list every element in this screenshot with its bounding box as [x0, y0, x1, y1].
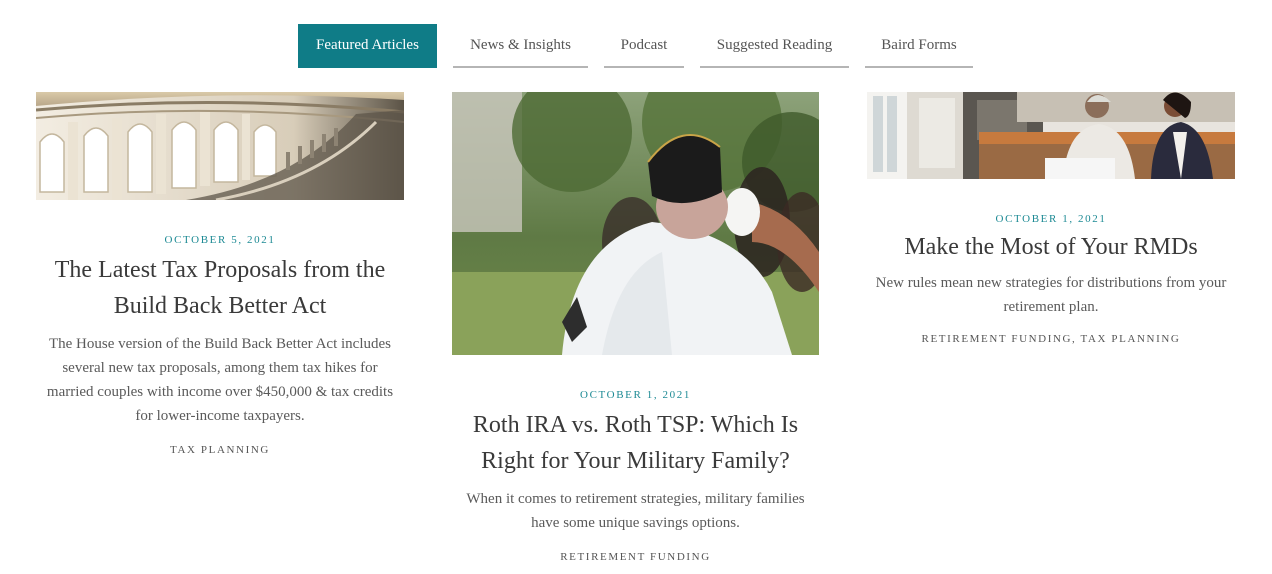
- article-card-rmds: OCTOBER 1, 2021 Make the Most of Your RM…: [867, 92, 1235, 345]
- advisor-meeting-image: [867, 92, 1235, 179]
- veteran-salute-image: [452, 92, 819, 355]
- capitol-dome-image: [36, 92, 404, 200]
- article-date: OCTOBER 1, 2021: [995, 213, 1107, 225]
- article-categories[interactable]: TAX PLANNING: [36, 444, 404, 456]
- veteran-salute-photo[interactable]: [452, 92, 819, 355]
- article-categories[interactable]: RETIREMENT FUNDING: [452, 551, 819, 563]
- tab-featured-articles[interactable]: Featured Articles: [298, 24, 437, 68]
- article-categories[interactable]: RETIREMENT FUNDING, TAX PLANNING: [867, 333, 1235, 345]
- article-card-tax-proposals: OCTOBER 5, 2021 The Latest Tax Proposals…: [36, 92, 404, 456]
- advisor-meeting-photo[interactable]: [867, 92, 1235, 179]
- capitol-dome-photo[interactable]: [36, 92, 404, 200]
- article-excerpt: New rules mean new strategies for distri…: [875, 275, 1227, 315]
- article-date: OCTOBER 5, 2021: [164, 234, 276, 246]
- article-tabs: Featured Articles News & Insights Podcas…: [298, 24, 973, 68]
- article-title[interactable]: Roth IRA vs. Roth TSP: Which Is Right fo…: [466, 407, 806, 479]
- article-card-roth-ira: OCTOBER 1, 2021 Roth IRA vs. Roth TSP: W…: [452, 92, 819, 563]
- article-excerpt: When it comes to retirement strategies, …: [466, 491, 805, 531]
- tab-baird-forms[interactable]: Baird Forms: [865, 24, 973, 68]
- tab-news-insights[interactable]: News & Insights: [453, 24, 588, 68]
- article-excerpt: The House version of the Build Back Bett…: [46, 336, 394, 424]
- article-title[interactable]: Make the Most of Your RMDs: [867, 229, 1235, 265]
- article-title[interactable]: The Latest Tax Proposals from the Build …: [40, 252, 400, 324]
- article-date: OCTOBER 1, 2021: [580, 389, 691, 401]
- tab-podcast[interactable]: Podcast: [604, 24, 684, 68]
- tab-suggested-reading[interactable]: Suggested Reading: [700, 24, 849, 68]
